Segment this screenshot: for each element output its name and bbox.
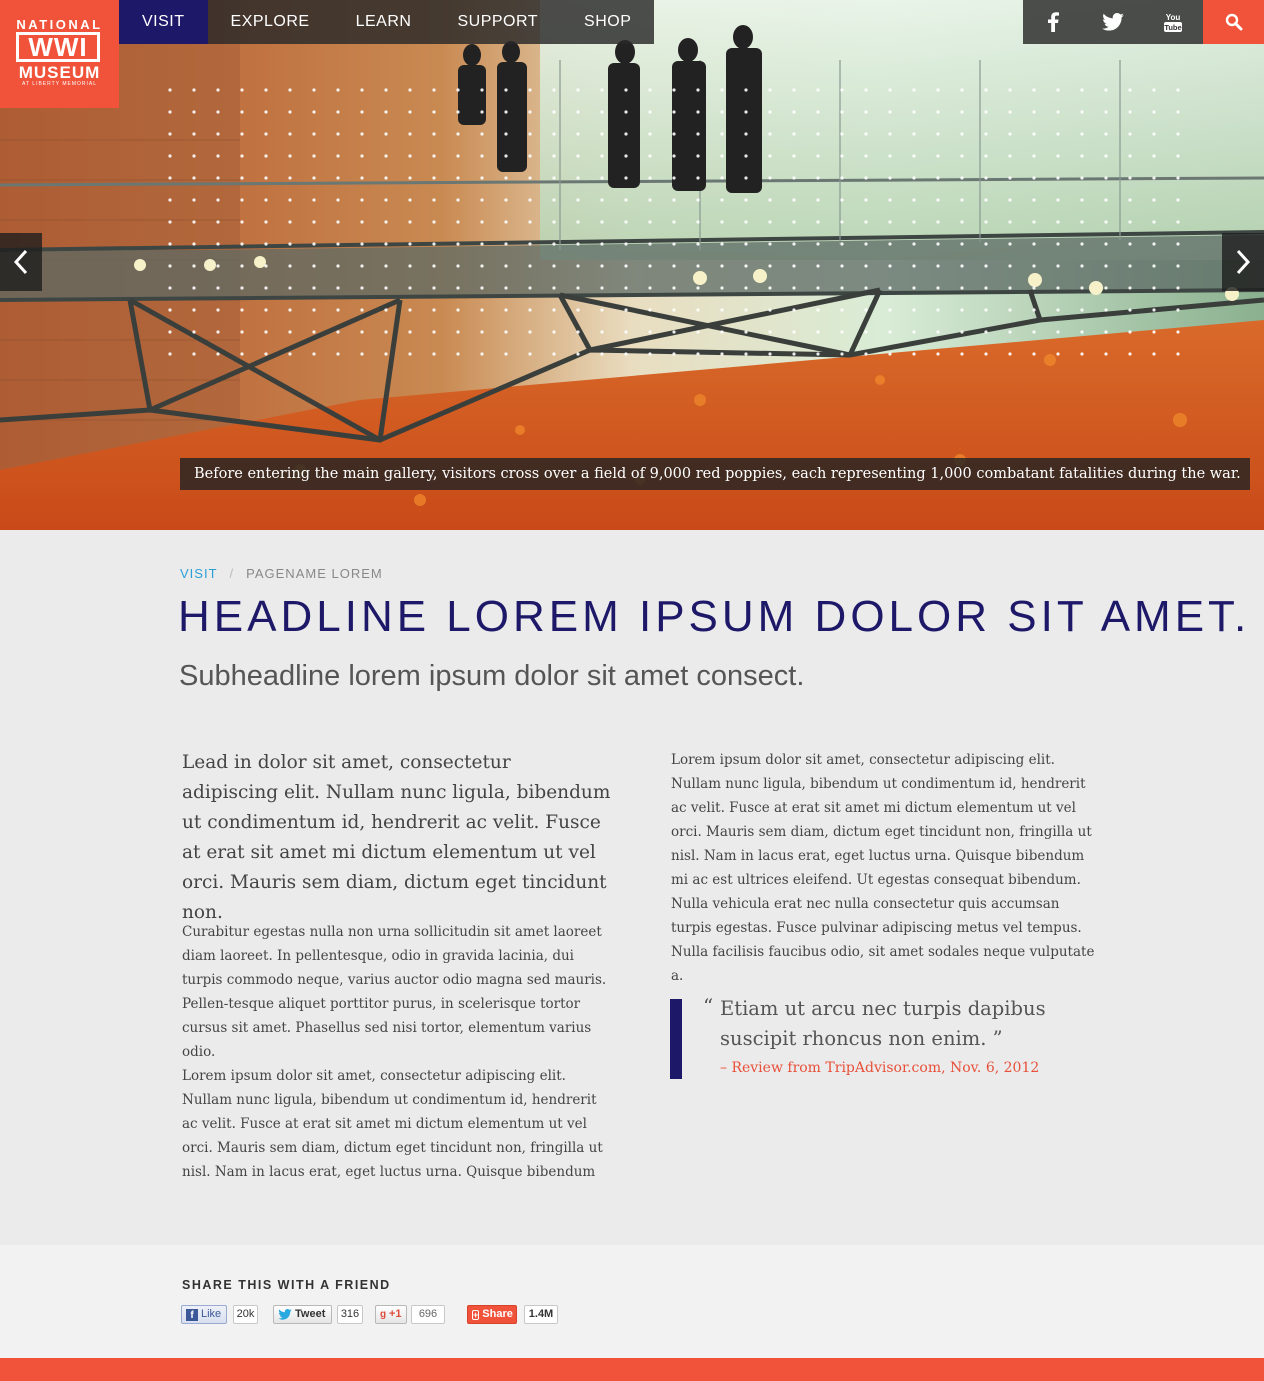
twitter-icon[interactable]	[1083, 0, 1143, 44]
facebook-like-button[interactable]: f Like	[181, 1305, 227, 1324]
quote-open-mark: “	[703, 994, 714, 1018]
logo-line-museum: MUSEUM	[18, 63, 101, 82]
svg-text:You: You	[1166, 13, 1181, 22]
share-plus-icon: +	[472, 1309, 480, 1320]
pull-quote-bar	[670, 999, 682, 1079]
facebook-icon[interactable]	[1023, 0, 1083, 44]
youtube-icon[interactable]: You Tube	[1143, 0, 1203, 44]
google-plus-button[interactable]: g +1	[375, 1305, 407, 1324]
search-icon	[1225, 13, 1242, 31]
pull-quote-text: Etiam ut arcu nec turpis dapibus suscipi…	[720, 997, 1046, 1050]
logo-line-wwi: WWI	[16, 32, 100, 62]
hero-slideshow: NATIONAL WWI MUSEUM AT LIBERTY MEMORIAL …	[0, 0, 1264, 530]
share-title: SHARE THIS WITH A FRIEND	[182, 1278, 391, 1292]
slideshow-prev-button[interactable]	[0, 233, 42, 291]
nav-item-visit[interactable]: VISIT	[119, 0, 208, 44]
breadcrumb-current: PAGENAME LOREM	[246, 566, 383, 581]
share-label: Share	[482, 1308, 513, 1320]
share-button[interactable]: + Share	[467, 1305, 517, 1324]
nav-item-explore[interactable]: EXPLORE	[208, 0, 333, 44]
page-subtitle: Subheadline lorem ipsum dolor sit amet c…	[179, 660, 805, 692]
hero-caption: Before entering the main gallery, visito…	[180, 458, 1250, 490]
hero-photo	[0, 0, 1264, 530]
pull-quote-citation[interactable]: – Review from TripAdvisor.com, Nov. 6, 2…	[720, 1060, 1039, 1076]
page-title: HEADLINE LOREM IPSUM DOLOR SIT AMET.	[178, 592, 1251, 641]
tweet-count: 316	[337, 1305, 363, 1324]
facebook-like-count: 20k	[233, 1305, 258, 1324]
main-nav: VISIT EXPLORE LEARN SUPPORT SHOP	[119, 0, 655, 44]
logo-line-national: NATIONAL	[16, 17, 103, 32]
footer-bar	[0, 1358, 1264, 1381]
logo-line-liberty: AT LIBERTY MEMORIAL	[21, 81, 98, 87]
lead-paragraph: Lead in dolor sit amet, consectetur adip…	[182, 752, 611, 923]
share-count: 1.4M	[524, 1305, 558, 1324]
share-section	[0, 1245, 1264, 1358]
facebook-icon: f	[186, 1308, 198, 1321]
museum-logo[interactable]: NATIONAL WWI MUSEUM AT LIBERTY MEMORIAL	[0, 0, 119, 108]
slideshow-next-button[interactable]	[1222, 233, 1264, 291]
tweet-button[interactable]: Tweet	[273, 1305, 332, 1324]
google-plus-icon: g	[380, 1308, 387, 1320]
social-links: You Tube	[1023, 0, 1203, 44]
chevron-right-icon	[1236, 249, 1251, 275]
body-paragraph: Lorem ipsum dolor sit amet, consectetur …	[671, 752, 1095, 984]
nav-item-learn[interactable]: LEARN	[333, 0, 435, 44]
svg-text:Tube: Tube	[1164, 23, 1181, 32]
body-paragraph: Lorem ipsum dolor sit amet, consectetur …	[182, 1068, 603, 1180]
chevron-left-icon	[13, 249, 28, 275]
breadcrumb: VISIT / PAGENAME LOREM	[180, 566, 383, 581]
nav-item-shop[interactable]: SHOP	[561, 0, 654, 44]
twitter-icon	[278, 1309, 292, 1320]
tweet-label: Tweet	[295, 1308, 326, 1320]
google-plus-label: +1	[389, 1308, 402, 1320]
nav-item-support[interactable]: SUPPORT	[434, 0, 561, 44]
google-plus-count: 696	[411, 1305, 445, 1324]
facebook-like-label: Like	[201, 1308, 222, 1320]
breadcrumb-separator: /	[229, 566, 235, 581]
breadcrumb-link-visit[interactable]: VISIT	[180, 566, 218, 581]
search-button[interactable]	[1203, 0, 1264, 44]
body-paragraph: Curabitur egestas nulla non urna sollici…	[182, 924, 607, 1060]
